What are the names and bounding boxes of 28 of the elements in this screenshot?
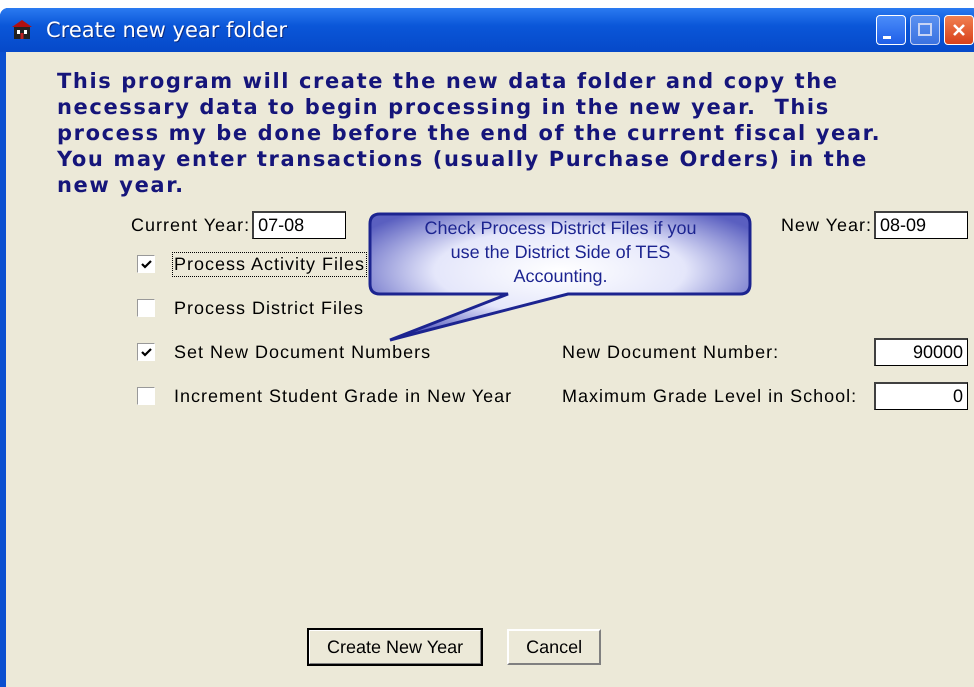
checkbox[interactable] — [137, 343, 155, 361]
checkbox[interactable] — [137, 299, 155, 317]
checkbox[interactable] — [137, 255, 155, 273]
maximize-button[interactable] — [910, 15, 940, 45]
close-button[interactable] — [944, 15, 974, 45]
building-icon — [10, 18, 34, 42]
number-field[interactable]: 90000 — [874, 338, 968, 366]
checkbox-label[interactable]: Increment Student Grade in New Year — [172, 384, 514, 408]
current-year-field[interactable]: 07-08 — [252, 211, 346, 239]
current-year-label: Current Year: — [131, 214, 250, 236]
field-label: New Document Number: — [562, 342, 780, 362]
field-label: Maximum Grade Level in School: — [562, 386, 858, 406]
minimize-icon — [883, 36, 891, 38]
dialog-button[interactable]: Create New Year — [308, 629, 482, 665]
number-field[interactable]: 0 — [874, 382, 968, 410]
check-icon — [140, 258, 152, 270]
check-icon — [140, 346, 152, 358]
checkbox-label[interactable]: Set New Document Numbers — [172, 340, 434, 364]
callout-text: Check Process District Files if you use the District Side of TES Accounting. — [423, 217, 698, 288]
new-year-field[interactable]: 08-09 — [874, 211, 968, 239]
dialog-button[interactable]: Cancel — [507, 629, 602, 665]
minimize-button[interactable] — [876, 15, 906, 45]
new-year-label: New Year: — [780, 214, 872, 236]
checkbox-label[interactable]: Process District Files — [172, 296, 366, 320]
checkbox-label[interactable]: Process Activity Files — [172, 252, 368, 276]
window-title: Create new year folder — [46, 18, 288, 42]
intro-text: This program will create the new data folder and copy the necessary data to begin processing in the new year. This process my be done before the end of the current fiscal year. You may enter transactions (usually Purchase Orders) in the new year. — [57, 68, 882, 198]
checkbox[interactable] — [137, 387, 155, 405]
